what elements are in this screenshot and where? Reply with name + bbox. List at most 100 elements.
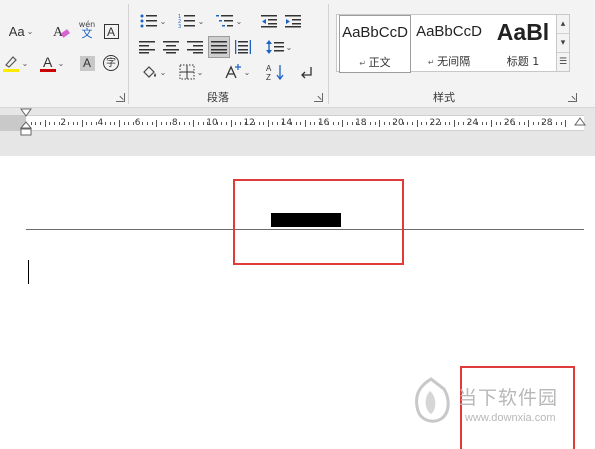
ruler-tick	[444, 122, 446, 125]
ruler-bar: 2 4 6 8 10 12 14 16 18 20 22 24 26 28	[0, 108, 595, 156]
styles-gallery-scroll: ▴ ▾ ☰	[556, 14, 570, 72]
chinese-layout-button[interactable]: ⌄	[220, 61, 254, 83]
ruler-tick	[184, 122, 186, 125]
indent-marker-icon[interactable]	[20, 108, 34, 136]
ruler-tick	[365, 122, 367, 125]
align-left-button[interactable]	[136, 36, 158, 58]
ruler-tick	[221, 122, 223, 125]
clear-formatting-button[interactable]: A	[50, 20, 72, 42]
style-heading-1[interactable]: AaBl 标题 1	[487, 15, 559, 73]
ruler-tick	[81, 120, 83, 127]
change-case-label: Aa	[8, 23, 25, 39]
align-center-button[interactable]	[160, 36, 182, 58]
ruler-number: 16	[317, 118, 330, 128]
font-dialog-launcher[interactable]	[116, 93, 125, 102]
style-no-spacing[interactable]: AaBbCcD ↵ 无间隔	[413, 15, 485, 73]
line-spacing-button[interactable]: ⌄	[262, 36, 296, 58]
gallery-scroll-down-icon[interactable]: ▾	[557, 34, 569, 53]
decrease-indent-button[interactable]	[258, 10, 280, 32]
ruler-tick	[491, 120, 492, 127]
ruler-tick	[258, 122, 260, 125]
paragraph-mark-icon	[301, 67, 312, 79]
bullets-icon	[140, 14, 157, 28]
justify-button[interactable]	[208, 36, 230, 58]
ruler-tick	[109, 122, 111, 125]
show-marks-button[interactable]	[296, 61, 318, 83]
ruler-tick	[77, 122, 79, 125]
char-shading-button[interactable]: A	[76, 52, 98, 74]
bullets-button[interactable]: ⌄	[136, 10, 170, 32]
ruler-tick	[291, 122, 293, 125]
ruler-tick	[328, 122, 330, 125]
change-case-button[interactable]: Aa ⌄	[4, 20, 38, 42]
ruler-tick	[216, 122, 218, 125]
highlighter-icon	[2, 56, 19, 72]
ruler-tick	[318, 122, 320, 125]
char-border-button[interactable]: A	[100, 20, 122, 42]
borders-button[interactable]: ⌄	[174, 61, 208, 83]
ruler-tick	[518, 122, 520, 125]
chinese-layout-icon	[225, 64, 241, 79]
paint-bucket-icon	[142, 66, 156, 78]
phonetic-guide-button[interactable]: wén 文	[76, 18, 98, 40]
highlight-color-button[interactable]: ⌄	[0, 52, 30, 74]
ruler-tick	[309, 122, 311, 125]
enclose-char-button[interactable]: 字	[100, 52, 122, 74]
ruler-number: 8	[171, 118, 178, 128]
ruler-tick	[532, 122, 534, 125]
ruler-tick	[235, 122, 237, 125]
increase-indent-button[interactable]	[282, 10, 304, 32]
ruler-tick	[179, 122, 181, 125]
document-page[interactable]: 当下软件园 www.downxia.com	[0, 156, 595, 449]
numbering-button[interactable]: 1 2 3 ⌄	[174, 10, 208, 32]
ruler-tick	[267, 120, 269, 127]
distributed-button[interactable]	[232, 36, 254, 58]
style-normal[interactable]: AaBbCcD ↵ 正文	[339, 15, 411, 73]
right-indent-marker-icon[interactable]	[574, 116, 588, 132]
ruler-tick	[542, 122, 544, 125]
style-normal-name: 正文	[368, 56, 391, 69]
font-color-button[interactable]: A ⌄	[36, 52, 68, 74]
style-normal-sample: AaBbCcD	[342, 24, 408, 41]
style-heading-1-sample: AaBl	[496, 19, 550, 45]
svg-text:3: 3	[178, 24, 181, 29]
styles-group-label: 样式	[433, 91, 455, 104]
ruler-tick	[91, 122, 93, 125]
ruler-tick	[114, 122, 116, 125]
ruler-tick	[39, 122, 41, 125]
ruler-tick	[407, 122, 409, 125]
ruler-tick	[146, 122, 148, 125]
ruler-tick	[86, 122, 88, 125]
ruler-tick	[421, 122, 423, 125]
ruler-tick	[281, 122, 283, 125]
ruler-tick	[458, 122, 460, 125]
watermark-logo-icon	[415, 377, 450, 423]
ruler-tick	[44, 120, 46, 127]
styles-dialog-launcher[interactable]	[568, 93, 577, 102]
ruler-number: 26	[503, 118, 516, 128]
ruler-tick	[142, 122, 144, 125]
sort-button[interactable]: A Z	[264, 61, 288, 83]
ruler-number: 4	[97, 118, 104, 128]
horizontal-ruler[interactable]: 2 4 6 8 10 12 14 16 18 20 22 24 26 28	[26, 115, 584, 131]
ruler-tick	[105, 122, 107, 125]
ruler-number: 14	[280, 118, 293, 128]
gallery-scroll-up-icon[interactable]: ▴	[557, 15, 569, 34]
ruler-tick	[207, 122, 209, 125]
ruler-tick	[425, 122, 427, 125]
ruler-tick	[402, 122, 404, 125]
paragraph-dialog-launcher[interactable]	[314, 93, 323, 102]
align-right-button[interactable]	[184, 36, 206, 58]
multilevel-list-button[interactable]: ⌄	[212, 10, 246, 32]
ruler-tick	[486, 122, 488, 125]
shading-button[interactable]: ⌄	[136, 61, 170, 83]
red-highlight-box	[233, 179, 404, 265]
group-separator	[328, 4, 329, 104]
watermark-url: www.downxia.com	[465, 412, 556, 424]
ruler-tick	[523, 122, 525, 125]
ruler-tick	[439, 122, 441, 125]
ruler-tick	[230, 120, 232, 127]
align-center-icon	[163, 41, 179, 54]
gallery-more-icon[interactable]: ☰	[557, 53, 569, 72]
ruler-number: 6	[134, 118, 141, 128]
